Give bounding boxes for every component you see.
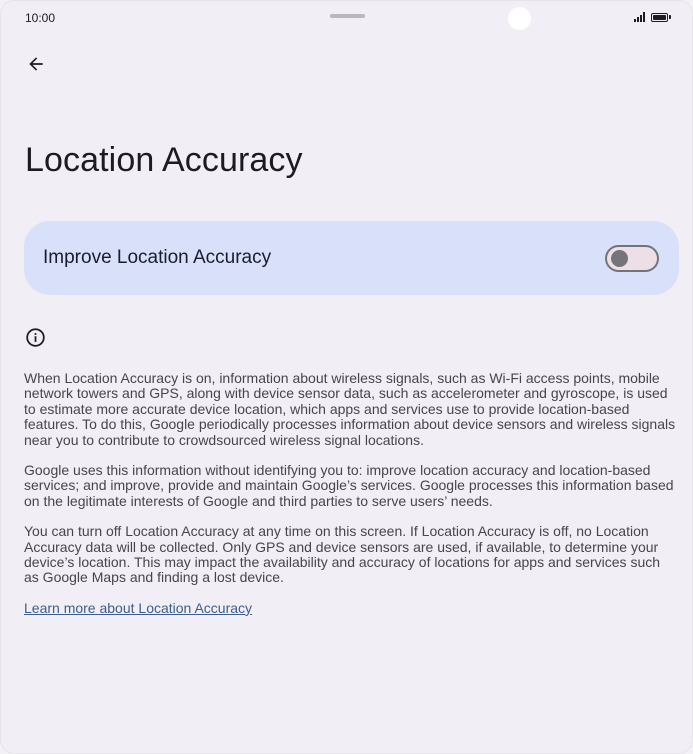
arrow-back-icon xyxy=(29,57,43,71)
back-button[interactable] xyxy=(19,47,53,81)
info-paragraph-2: Google uses this information without ide… xyxy=(24,462,674,509)
camera-cutout xyxy=(508,7,531,30)
improve-location-accuracy-switch[interactable] xyxy=(605,244,659,272)
info-description: When Location Accuracy is on, informatio… xyxy=(24,370,676,616)
info-paragraph-1: When Location Accuracy is on, informatio… xyxy=(24,370,676,448)
info-paragraph-3: You can turn off Location Accuracy at an… xyxy=(24,523,661,586)
drag-handle xyxy=(330,14,365,18)
signal-icon xyxy=(634,12,645,22)
battery-icon xyxy=(651,12,671,22)
toggle-label: Improve Location Accuracy xyxy=(43,247,272,268)
info-icon xyxy=(26,328,45,347)
status-icons xyxy=(634,12,671,22)
improve-location-accuracy-row[interactable]: Improve Location Accuracy xyxy=(24,221,679,295)
learn-more-link[interactable]: Learn more about Location Accuracy xyxy=(24,600,252,616)
status-time: 10:00 xyxy=(25,11,56,25)
settings-screen: 10:00 Location Accuracy Improve Location… xyxy=(0,0,693,754)
switch-thumb xyxy=(611,249,628,267)
page-title: Location Accuracy xyxy=(25,141,303,179)
status-bar: 10:00 xyxy=(1,1,692,37)
